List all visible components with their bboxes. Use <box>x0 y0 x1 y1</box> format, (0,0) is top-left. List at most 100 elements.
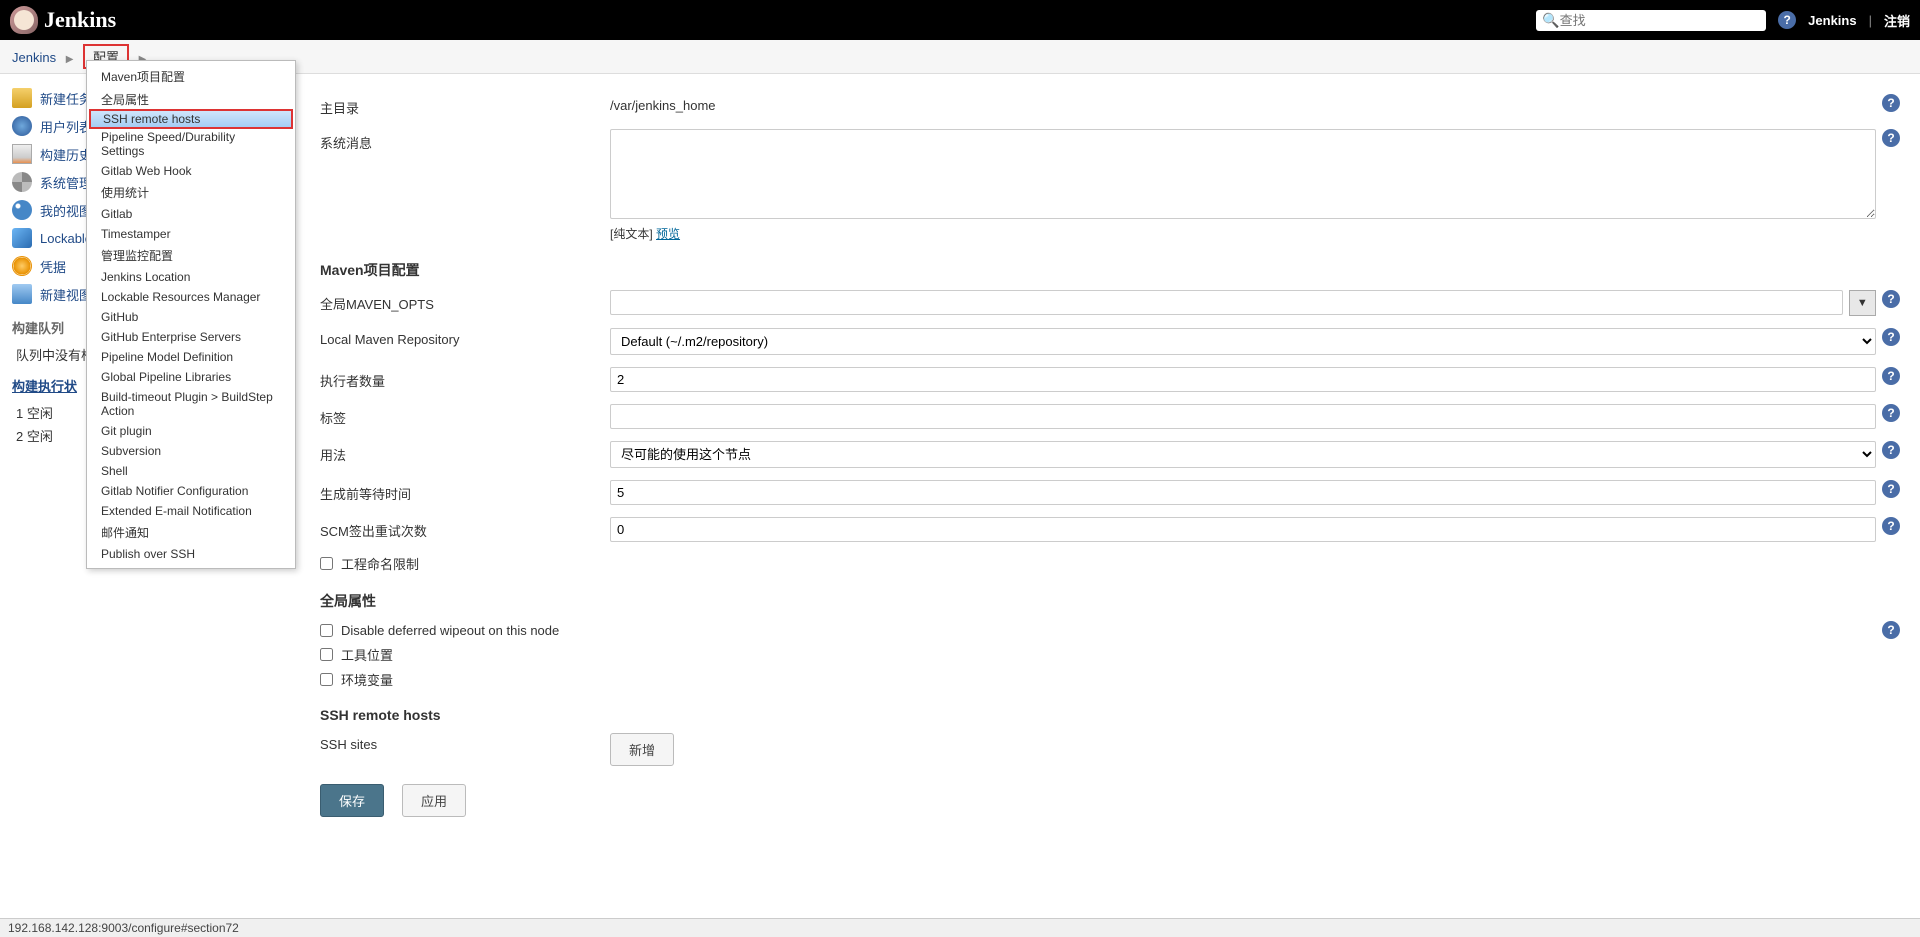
dropdown-item[interactable]: 邮件通知 <box>87 521 295 544</box>
tool-loc-label: 工具位置 <box>341 645 393 664</box>
dropdown-item[interactable]: Maven项目配置 <box>87 65 295 88</box>
naming-checkbox[interactable] <box>320 557 333 570</box>
breadcrumb-root[interactable]: Jenkins <box>12 50 56 65</box>
scm-label: SCM签出重试次数 <box>320 517 610 540</box>
view-icon <box>12 200 32 220</box>
help-icon[interactable]: ? <box>1882 404 1900 422</box>
labels-label: 标签 <box>320 404 610 427</box>
preview-row: [纯文本] 预览 <box>610 225 1900 242</box>
search-icon: 🔍 <box>1542 12 1559 29</box>
search-input[interactable] <box>1560 13 1761 28</box>
section-dropdown: Maven项目配置 全局属性 SSH remote hosts Pipeline… <box>86 60 296 569</box>
jenkins-logo-icon <box>10 6 38 34</box>
help-icon[interactable]: ? <box>1882 328 1900 346</box>
help-icon[interactable]: ? <box>1882 290 1900 308</box>
dropdown-item[interactable]: Publish over SSH <box>87 544 295 564</box>
env-label: 环境变量 <box>341 670 393 689</box>
tool-loc-checkbox[interactable] <box>320 648 333 661</box>
naming-label: 工程命名限制 <box>341 554 419 573</box>
folder-plus-icon <box>12 284 32 304</box>
usage-label: 用法 <box>320 441 610 464</box>
maven-repo-select[interactable]: Default (~/.m2/repository) <box>610 328 1876 355</box>
home-dir-label: 主目录 <box>320 94 610 117</box>
sidebar-item-label: 构建历史 <box>40 145 92 164</box>
dropdown-item[interactable]: Lockable Resources Manager <box>87 287 295 307</box>
executors-label: 执行者数量 <box>320 367 610 390</box>
executors-input[interactable] <box>610 367 1876 392</box>
status-bar: 192.168.142.128:9003/configure#section72 <box>0 918 1920 937</box>
sidebar-item-label: 新建任务 <box>40 89 92 108</box>
dropdown-item[interactable]: Global Pipeline Libraries <box>87 367 295 387</box>
maven-opts-label: 全局MAVEN_OPTS <box>320 290 610 313</box>
save-button[interactable]: 保存 <box>320 784 384 817</box>
main-content: 主目录 /var/jenkins_home ? 系统消息 ? [纯文本] 预览 … <box>300 74 1920 837</box>
help-icon[interactable]: ? <box>1882 94 1900 112</box>
usage-select[interactable]: 尽可能的使用这个节点 <box>610 441 1876 468</box>
section-maven: Maven项目配置 <box>320 260 1900 280</box>
dropdown-item[interactable]: Timestamper <box>87 224 295 244</box>
sysmsg-textarea[interactable] <box>610 129 1876 219</box>
dropdown-item[interactable]: 管理监控配置 <box>87 244 295 267</box>
dropdown-item[interactable]: GitHub Enterprise Servers <box>87 327 295 347</box>
dropdown-item[interactable]: Subversion <box>87 441 295 461</box>
search-box[interactable]: 🔍 <box>1536 10 1766 31</box>
scm-input[interactable] <box>610 517 1876 542</box>
lock-icon <box>12 228 32 248</box>
disable-wipe-checkbox[interactable] <box>320 624 333 637</box>
sidebar-item-label: 用户列表 <box>40 117 92 136</box>
maven-repo-label: Local Maven Repository <box>320 328 610 347</box>
gear-icon <box>12 172 32 192</box>
dropdown-item-ssh-hosts[interactable]: SSH remote hosts <box>89 109 293 129</box>
section-ssh: SSH remote hosts <box>320 707 1900 723</box>
sidebar-item-label: 系统管理 <box>40 173 92 192</box>
add-ssh-button[interactable]: 新增 <box>610 733 674 766</box>
home-dir-value: /var/jenkins_home <box>610 94 716 113</box>
dropdown-item[interactable]: GitHub <box>87 307 295 327</box>
dropdown-item[interactable]: 使用统计 <box>87 181 295 204</box>
dropdown-item[interactable]: Gitlab Notifier Configuration <box>87 481 295 501</box>
sysmsg-label: 系统消息 <box>320 129 610 152</box>
dropdown-item[interactable]: Pipeline Speed/Durability Settings <box>87 127 295 161</box>
quiet-input[interactable] <box>610 480 1876 505</box>
help-icon[interactable]: ? <box>1882 517 1900 535</box>
sidebar-item-label: 我的视图 <box>40 201 92 220</box>
help-icon[interactable]: ? <box>1882 367 1900 385</box>
top-header: Jenkins 🔍 ? Jenkins | 注销 <box>0 0 1920 40</box>
help-icon[interactable]: ? <box>1882 480 1900 498</box>
preview-link[interactable]: 预览 <box>656 227 680 241</box>
plain-text-label: [纯文本] <box>610 227 653 241</box>
disable-wipe-label: Disable deferred wipeout on this node <box>341 623 559 638</box>
dropdown-item[interactable]: 全局属性 <box>87 88 295 111</box>
help-icon[interactable]: ? <box>1882 621 1900 639</box>
logo-text: Jenkins <box>44 7 116 33</box>
sidebar-item-label: 凭据 <box>40 257 66 276</box>
logout-link[interactable]: 注销 <box>1884 11 1910 30</box>
new-icon <box>12 88 32 108</box>
quiet-label: 生成前等待时间 <box>320 480 610 503</box>
expand-button[interactable]: ▼ <box>1849 290 1876 316</box>
env-checkbox[interactable] <box>320 673 333 686</box>
labels-input[interactable] <box>610 404 1876 429</box>
dropdown-item[interactable]: Gitlab <box>87 204 295 224</box>
help-icon[interactable]: ? <box>1882 441 1900 459</box>
logo[interactable]: Jenkins <box>10 6 116 34</box>
section-global-props: 全局属性 <box>320 591 1900 611</box>
key-icon <box>12 256 32 276</box>
maven-opts-input[interactable] <box>610 290 1843 315</box>
apply-button[interactable]: 应用 <box>402 784 466 817</box>
users-icon <box>12 116 32 136</box>
dropdown-item[interactable]: Pipeline Model Definition <box>87 347 295 367</box>
dropdown-item[interactable]: Jenkins Location <box>87 267 295 287</box>
header-link-jenkins[interactable]: Jenkins <box>1808 13 1856 28</box>
dropdown-item[interactable]: Shell <box>87 461 295 481</box>
dropdown-item[interactable]: Extended E-mail Notification <box>87 501 295 521</box>
dropdown-item[interactable]: Build-timeout Plugin > BuildStep Action <box>87 387 295 421</box>
help-icon[interactable]: ? <box>1882 129 1900 147</box>
history-icon <box>12 144 32 164</box>
help-icon[interactable]: ? <box>1778 11 1796 29</box>
dropdown-item[interactable]: Gitlab Web Hook <box>87 161 295 181</box>
sidebar-item-label: Lockable <box>40 231 92 246</box>
sidebar-item-label: 新建视图 <box>40 285 92 304</box>
dropdown-item[interactable]: Git plugin <box>87 421 295 441</box>
chevron-right-icon: ▶ <box>66 54 74 65</box>
